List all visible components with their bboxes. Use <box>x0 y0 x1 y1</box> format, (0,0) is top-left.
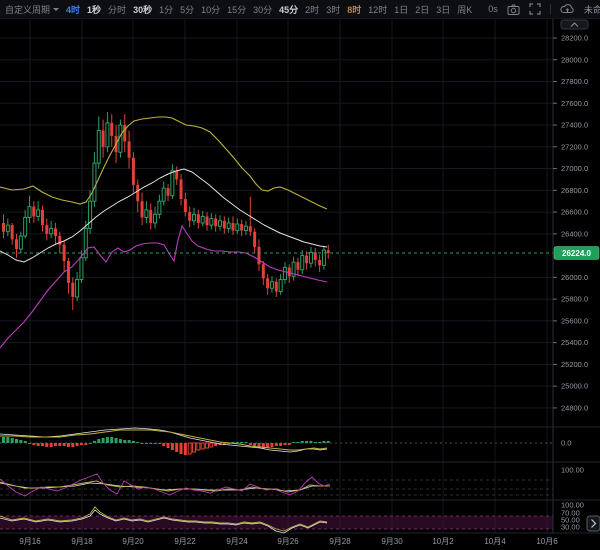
timeframe-30分[interactable]: 30分 <box>253 3 272 16</box>
timeframe-5分[interactable]: 5分 <box>180 3 194 16</box>
chevron-down-icon <box>53 8 59 11</box>
svg-text:26000.0: 26000.0 <box>561 273 588 282</box>
timeframe-12时[interactable]: 12时 <box>368 3 387 16</box>
timeframe-2日[interactable]: 2日 <box>415 3 429 16</box>
timeframe-周K[interactable]: 周K <box>457 3 472 16</box>
macd-zero-label: 0.0 <box>561 439 571 448</box>
svg-text:28000.0: 28000.0 <box>561 55 588 64</box>
countdown-label: 0s <box>488 4 498 14</box>
timeframe-4时[interactable]: 4时 <box>66 3 80 16</box>
collapse-axis-button[interactable] <box>561 20 588 29</box>
svg-text:9月18: 9月18 <box>71 537 93 546</box>
svg-text:27200.0: 27200.0 <box>561 142 588 151</box>
svg-text:9月16: 9月16 <box>19 537 41 546</box>
svg-text:27400.0: 27400.0 <box>561 121 588 130</box>
trading-app: { "toolbar": { "period_menu": "自定义周期", "… <box>0 0 600 550</box>
svg-text:28200.0: 28200.0 <box>561 34 588 43</box>
svg-text:9月24: 9月24 <box>226 537 248 546</box>
timeframe-分时[interactable]: 分时 <box>108 3 126 16</box>
kdj-top-label: 100.00 <box>561 466 584 475</box>
expand-panel-button[interactable] <box>587 516 600 531</box>
cloud-save-icon[interactable] <box>560 3 575 15</box>
timeframe-10分[interactable]: 10分 <box>201 3 220 16</box>
toolbar-right-cluster: 0s 未命名 <box>479 3 600 16</box>
screenshot-camera-icon[interactable] <box>507 3 520 16</box>
timeframe-30秒[interactable]: 30秒 <box>133 3 152 16</box>
svg-text:25200.0: 25200.0 <box>561 360 588 369</box>
svg-text:10月6: 10月6 <box>536 537 558 546</box>
svg-text:9月30: 9月30 <box>381 537 403 546</box>
svg-text:26400.0: 26400.0 <box>561 229 588 238</box>
svg-text:10月4: 10月4 <box>484 537 506 546</box>
timeframe-45分[interactable]: 45分 <box>279 3 298 16</box>
custom-period-label: 自定义周期 <box>5 3 50 16</box>
timeframe-1日[interactable]: 1日 <box>394 3 408 16</box>
svg-text:9月20: 9月20 <box>122 537 144 546</box>
account-name: 未命名 <box>584 3 600 16</box>
fullscreen-icon[interactable] <box>529 3 541 15</box>
timeframe-15分[interactable]: 15分 <box>227 3 246 16</box>
top-toolbar: 自定义周期 4时 1秒分时 30秒 1分 5分 10分 15分 30分 45分 2时 3时 8时 12时… <box>0 0 600 19</box>
timeframe-3时[interactable]: 3时 <box>326 3 340 16</box>
current-price-label: 26224.0 <box>554 246 599 259</box>
svg-text:25000.0: 25000.0 <box>561 382 588 391</box>
timeframe-3日[interactable]: 3日 <box>436 3 450 16</box>
svg-text:27800.0: 27800.0 <box>561 77 588 86</box>
timeframe-2时[interactable]: 2时 <box>305 3 319 16</box>
svg-text:26600.0: 26600.0 <box>561 208 588 217</box>
timeframe-8时[interactable]: 8时 <box>347 3 361 16</box>
custom-period-menu[interactable]: 自定义周期 <box>5 3 59 16</box>
svg-text:9月26: 9月26 <box>277 537 299 546</box>
svg-text:27600.0: 27600.0 <box>561 99 588 108</box>
timeframe-1分[interactable]: 1分 <box>159 3 173 16</box>
timeframe-list: 4时 1秒分时 30秒 1分 5分 10分 15分 30分 45分 2时 3时 8时 12时 1日 2日 3日… <box>66 3 479 16</box>
toolbar-divider <box>550 4 551 14</box>
svg-text:25400.0: 25400.0 <box>561 338 588 347</box>
svg-text:9月28: 9月28 <box>329 537 351 546</box>
timeframe-1秒[interactable]: 1秒 <box>87 3 101 16</box>
svg-text:10月2: 10月2 <box>432 537 454 546</box>
svg-text:25600.0: 25600.0 <box>561 316 588 325</box>
svg-text:26224.0: 26224.0 <box>562 249 591 258</box>
price-chart[interactable]: 28200.0 28000.0 27800.0 27600.0 27400.0 27200… <box>0 0 600 550</box>
svg-text:25800.0: 25800.0 <box>561 295 588 304</box>
svg-text:24800.0: 24800.0 <box>561 403 588 412</box>
svg-text:30.00: 30.00 <box>561 523 580 532</box>
account-menu[interactable]: 未命名 <box>584 3 600 16</box>
svg-text:26800.0: 26800.0 <box>561 186 588 195</box>
svg-text:9月22: 9月22 <box>174 537 196 546</box>
svg-text:27000.0: 27000.0 <box>561 164 588 173</box>
